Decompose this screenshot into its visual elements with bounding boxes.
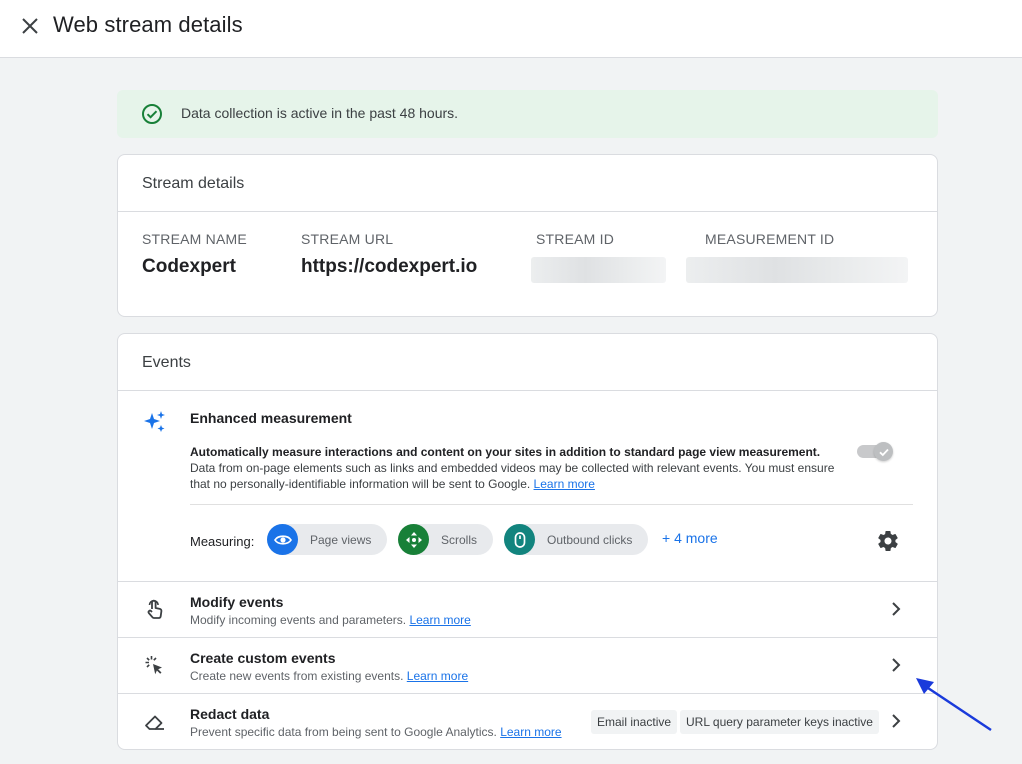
enhanced-measurement-section: Enhanced measurement Automatically measu… <box>118 391 937 581</box>
scroll-icon <box>398 524 429 555</box>
gear-icon[interactable] <box>876 529 900 553</box>
em-learn-more-link[interactable]: Learn more <box>534 477 595 491</box>
url-query-inactive-badge: URL query parameter keys inactive <box>680 710 879 734</box>
redact-data-title: Redact data <box>190 706 270 722</box>
stream-details-title: Stream details <box>142 175 245 192</box>
stream-id-label: STREAM ID <box>536 231 615 247</box>
touch-icon <box>147 599 163 619</box>
chevron-right-icon <box>892 658 901 672</box>
measurement-id-col: MEASUREMENT ID <box>705 231 834 247</box>
top-bar: Web stream details <box>0 0 1022 58</box>
close-button[interactable] <box>16 12 44 40</box>
modify-events-title: Modify events <box>190 594 284 610</box>
create-custom-events-learn-more[interactable]: Learn more <box>407 669 468 683</box>
redact-data-desc: Prevent specific data from being sent to… <box>190 725 562 739</box>
measurement-id-value-redacted[interactable] <box>686 257 908 283</box>
stream-id-value-redacted[interactable] <box>531 257 666 283</box>
chevron-right-icon <box>892 602 901 616</box>
stream-url-label: STREAM URL <box>301 231 394 247</box>
sparkle-icon <box>144 411 165 432</box>
stream-id-col: STREAM ID <box>536 231 614 247</box>
modify-events-desc: Modify incoming events and parameters. L… <box>190 613 471 627</box>
redact-data-desc-text: Prevent specific data from being sent to… <box>190 725 497 739</box>
stream-details-card: Stream details STREAM NAME Codexpert STR… <box>117 154 938 317</box>
stream-details-header: Stream details <box>118 155 937 212</box>
modify-events-desc-text: Modify incoming events and parameters. <box>190 613 407 627</box>
chip-outbound-clicks[interactable]: Outbound clicks <box>504 524 649 555</box>
toggle-knob <box>874 442 893 461</box>
measuring-label: Measuring: <box>190 534 255 549</box>
eraser-icon <box>145 715 164 730</box>
events-title: Events <box>142 354 191 371</box>
eye-icon <box>267 524 298 555</box>
chip-label: Page views <box>310 532 372 547</box>
enhanced-measurement-toggle[interactable] <box>857 442 893 461</box>
page-title: Web stream details <box>53 12 243 37</box>
email-inactive-badge: Email inactive <box>591 710 678 734</box>
create-custom-events-row[interactable]: Create custom events Create new events f… <box>118 637 937 693</box>
create-custom-events-title: Create custom events <box>190 650 336 666</box>
stream-url-col: STREAM URL https://codexpert.io <box>301 231 477 278</box>
create-custom-events-desc: Create new events from existing events. … <box>190 669 468 683</box>
events-header: Events <box>118 334 937 391</box>
status-banner: Data collection is active in the past 48… <box>117 90 938 138</box>
measurement-id-label: MEASUREMENT ID <box>705 231 835 247</box>
em-desc-bold: Automatically measure interactions and c… <box>190 445 821 459</box>
redact-data-learn-more[interactable]: Learn more <box>500 725 561 739</box>
stream-name-col: STREAM NAME Codexpert <box>142 231 247 278</box>
check-icon <box>878 448 889 456</box>
stream-url-value: https://codexpert.io <box>301 256 478 277</box>
modify-events-learn-more[interactable]: Learn more <box>409 613 470 627</box>
chip-label: Outbound clicks <box>547 532 633 547</box>
chip-scrolls[interactable]: Scrolls <box>398 524 494 555</box>
chevron-right-icon <box>892 714 901 728</box>
chip-page-views[interactable]: Page views <box>267 524 388 555</box>
em-desc-rest: Data from on-page elements such as links… <box>190 461 835 491</box>
banner-text: Data collection is active in the past 48… <box>181 105 459 121</box>
create-custom-events-desc-text: Create new events from existing events. <box>190 669 404 683</box>
mouse-icon <box>504 524 535 555</box>
sparkle-cursor-icon <box>145 656 162 675</box>
close-icon <box>22 18 38 34</box>
events-card: Events Enhanced measurement Automaticall… <box>117 333 938 750</box>
enhanced-measurement-description: Automatically measure interactions and c… <box>190 444 840 492</box>
modify-events-row[interactable]: Modify events Modify incoming events and… <box>118 581 937 637</box>
enhanced-measurement-title: Enhanced measurement <box>190 410 352 426</box>
check-circle-icon <box>142 104 162 124</box>
stream-name-value: Codexpert <box>142 256 236 277</box>
inner-divider <box>190 504 913 505</box>
more-measuring-link[interactable]: + 4 more <box>662 530 718 546</box>
redact-data-row[interactable]: Redact data Prevent specific data from b… <box>118 693 937 749</box>
chip-label: Scrolls <box>441 532 478 547</box>
stream-name-label: STREAM NAME <box>142 231 247 247</box>
